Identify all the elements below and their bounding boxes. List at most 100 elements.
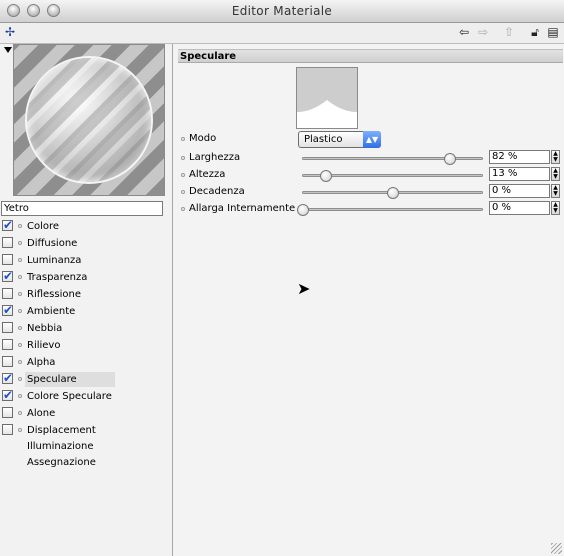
channel-checkbox[interactable]	[2, 254, 13, 265]
arrow-right-icon[interactable]: ⇨	[476, 25, 490, 39]
animate-dot-icon[interactable]	[18, 309, 22, 313]
channel-checkbox[interactable]	[2, 356, 13, 367]
channel-checkbox[interactable]: ✔	[2, 371, 13, 385]
lock-icon[interactable]: 🔓︎	[528, 25, 542, 39]
mode-value: Plastico	[304, 134, 343, 145]
channel-label[interactable]: Luminanza	[25, 253, 115, 268]
mode-label: Modo	[189, 133, 217, 144]
param-value-field[interactable]: 13 %	[489, 167, 550, 181]
material-preview[interactable]	[13, 44, 165, 196]
channel-checkbox[interactable]	[2, 424, 13, 435]
channel-item[interactable]: Diffusione	[0, 235, 172, 252]
animate-dot-icon[interactable]	[18, 428, 22, 432]
param-slider[interactable]	[302, 187, 483, 199]
channel-checkbox[interactable]	[2, 322, 13, 333]
panel-icon[interactable]: ▤	[546, 25, 560, 39]
animate-dot-icon[interactable]	[18, 411, 22, 415]
channel-label[interactable]: Alone	[25, 406, 115, 421]
channel-checkbox[interactable]	[2, 288, 13, 299]
param-value-field[interactable]: 0 %	[489, 201, 550, 215]
pin-icon[interactable]: ✢	[3, 25, 17, 39]
channel-checkbox[interactable]: ✔	[2, 269, 13, 283]
param-value-field[interactable]: 82 %	[489, 150, 550, 164]
mode-row: Modo Plastico ▲▼	[178, 131, 563, 148]
arrow-left-icon[interactable]: ⇦	[457, 25, 471, 39]
param-row: Decadenza 0 % ▲ ▼	[178, 184, 563, 200]
animate-dot-icon[interactable]	[18, 394, 22, 398]
animate-dot-icon[interactable]	[181, 137, 185, 141]
param-row: Altezza 13 % ▲ ▼	[178, 167, 563, 183]
channel-label[interactable]: Alpha	[25, 355, 115, 370]
channel-item[interactable]: ✔ Trasparenza	[0, 269, 172, 286]
animate-dot-icon[interactable]	[18, 275, 22, 279]
channel-label[interactable]: Speculare	[25, 372, 115, 387]
stepper-arrows-icon[interactable]: ▲ ▼	[551, 150, 560, 164]
animate-dot-icon[interactable]	[181, 190, 185, 194]
stepper-arrows-icon[interactable]: ▲ ▼	[551, 201, 560, 215]
param-row: Allarga Internamente 0 % ▲ ▼	[178, 201, 563, 217]
channel-item[interactable]: Luminanza	[0, 252, 172, 269]
animate-dot-icon[interactable]	[18, 326, 22, 330]
arrow-up-icon[interactable]: ⇧	[502, 25, 516, 39]
channel-label[interactable]: Rilievo	[25, 338, 115, 353]
checkmark-icon: ✔	[3, 303, 14, 317]
channel-checkbox[interactable]: ✔	[2, 218, 14, 232]
channel-label[interactable]: Riflessione	[25, 287, 115, 302]
resize-grip-icon[interactable]	[551, 543, 562, 554]
animate-dot-icon[interactable]	[181, 156, 185, 160]
animate-dot-icon[interactable]	[18, 343, 22, 347]
slider-knob[interactable]	[297, 204, 309, 216]
channel-label[interactable]: Trasparenza	[25, 270, 115, 285]
animate-dot-icon[interactable]	[181, 207, 185, 211]
channel-label[interactable]: Nebbia	[25, 321, 115, 336]
param-value-field[interactable]: 0 %	[489, 184, 550, 198]
channel-item[interactable]: ✔ Ambiente	[0, 303, 172, 320]
channel-extra-item[interactable]: Assegnazione	[27, 455, 96, 470]
channel-item[interactable]: Alpha	[0, 354, 172, 371]
animate-dot-icon[interactable]	[18, 360, 22, 364]
dropdown-arrows-icon: ▲▼	[363, 131, 381, 148]
checkmark-icon: ✔	[3, 218, 14, 232]
channel-item[interactable]: Alone	[0, 405, 172, 422]
param-label: Larghezza	[189, 152, 241, 163]
channel-item[interactable]: ✔ Colore Speculare	[0, 388, 172, 405]
channel-item[interactable]: ✔ Speculare	[0, 371, 172, 388]
animate-dot-icon[interactable]	[181, 173, 185, 177]
animate-dot-icon[interactable]	[18, 224, 22, 228]
channel-item[interactable]: ✔ Colore	[0, 218, 172, 235]
slider-knob[interactable]	[320, 170, 333, 182]
channel-extra-item[interactable]: Illuminazione	[27, 439, 93, 454]
param-slider[interactable]	[302, 170, 483, 182]
animate-dot-icon[interactable]	[18, 258, 22, 262]
slider-knob[interactable]	[386, 187, 399, 199]
channel-item[interactable]: Nebbia	[0, 320, 172, 337]
expand-triangle-icon[interactable]	[4, 47, 12, 53]
stepper-arrows-icon[interactable]: ▲ ▼	[551, 184, 560, 198]
param-slider[interactable]	[302, 153, 483, 165]
stepper-arrows-icon[interactable]: ▲ ▼	[551, 167, 560, 181]
param-label: Decadenza	[189, 186, 245, 197]
channel-checkbox[interactable]: ✔	[2, 388, 13, 402]
param-label: Altezza	[189, 169, 226, 180]
animate-dot-icon[interactable]	[18, 241, 22, 245]
material-name-field[interactable]: Yetro	[1, 201, 163, 216]
preview-sphere-stripes	[27, 58, 151, 182]
param-slider[interactable]	[297, 204, 483, 216]
animate-dot-icon[interactable]	[18, 292, 22, 296]
channel-item[interactable]: Displacement	[0, 422, 172, 439]
channel-settings-panel: Speculare Modo Plastico ▲▼ Larghezza 82 %…	[173, 44, 564, 556]
channel-label[interactable]: Colore Speculare	[25, 389, 115, 404]
animate-dot-icon[interactable]	[18, 377, 22, 381]
channel-label[interactable]: Displacement	[25, 423, 115, 438]
channel-checkbox[interactable]: ✔	[2, 303, 14, 317]
channel-checkbox[interactable]	[2, 339, 13, 350]
channel-label[interactable]: Diffusione	[25, 236, 115, 251]
slider-knob[interactable]	[443, 153, 456, 165]
channel-item[interactable]: Rilievo	[0, 337, 172, 354]
channel-label[interactable]: Ambiente	[25, 304, 115, 319]
channel-checkbox[interactable]	[2, 407, 13, 418]
channel-item[interactable]: Riflessione	[0, 286, 172, 303]
channel-checkbox[interactable]	[2, 237, 13, 248]
mode-dropdown[interactable]: Plastico ▲▼	[298, 131, 381, 148]
channel-label[interactable]: Colore	[25, 219, 115, 234]
